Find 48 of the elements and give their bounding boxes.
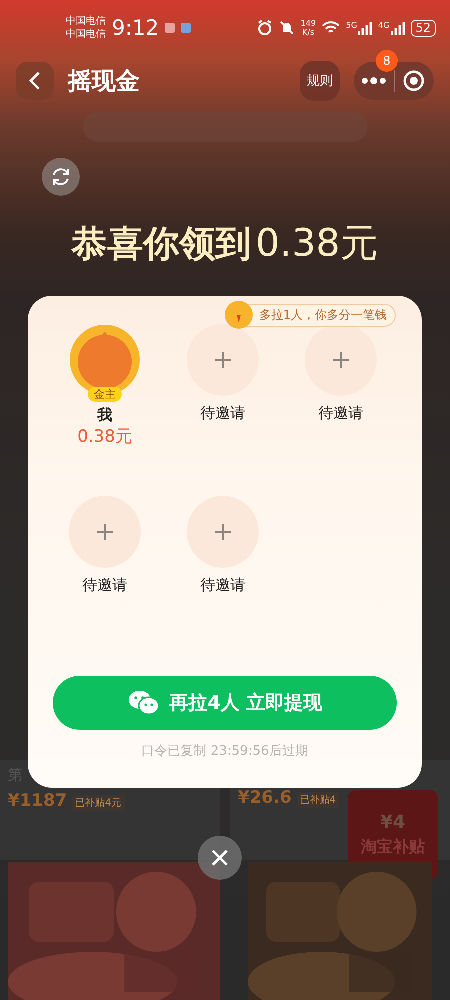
plus-icon xyxy=(96,523,114,541)
rules-button[interactable]: 规则 xyxy=(300,61,340,101)
plus-icon xyxy=(214,351,232,369)
alarm-icon xyxy=(256,20,273,36)
speed-unit: K/s xyxy=(301,28,316,37)
carrier-name: 中国电信 xyxy=(66,28,106,41)
plus-icon xyxy=(214,523,232,541)
target-icon xyxy=(403,70,426,92)
product-price: ¥1187 xyxy=(8,791,68,811)
network-speed: 149 xyxy=(300,19,316,28)
more-icon xyxy=(360,77,387,85)
back-icon xyxy=(29,71,41,91)
chick-icon xyxy=(223,299,256,331)
subsidy-tag: 已补贴4元 xyxy=(72,795,125,811)
member-name: 我 xyxy=(98,406,112,425)
app-notification-icon xyxy=(181,23,192,33)
product-price: ¥26.6 xyxy=(238,788,292,808)
battery-level: 52 xyxy=(410,20,436,36)
member-tag: 金主 xyxy=(88,387,122,402)
page-title: 摇现金 xyxy=(68,66,141,97)
tip-text: 多拉1人，你多分一笔钱 xyxy=(259,307,387,324)
back-button[interactable] xyxy=(16,62,54,100)
signal-icon xyxy=(358,21,372,35)
carrier-name: 中国电信 xyxy=(66,15,106,28)
wechat-icon xyxy=(128,690,160,716)
refresh-icon xyxy=(50,166,72,188)
promo-price: ¥4 xyxy=(380,812,406,833)
mute-bell-icon xyxy=(278,20,295,36)
slot-label: 待邀请 xyxy=(318,404,364,423)
network-type: 4G xyxy=(378,21,390,30)
headline-text: 恭喜你领到 xyxy=(72,223,252,267)
subsidy-tag: 已补贴4 xyxy=(296,792,340,808)
expiry-note: 口令已复制 23:59:56后过期 xyxy=(140,743,310,760)
withdraw-button[interactable]: 再拉4人 立即提现 xyxy=(53,676,397,730)
slot-label: 待邀请 xyxy=(200,404,246,423)
member-amount: 0.38元 xyxy=(78,426,132,448)
refresh-button[interactable] xyxy=(42,158,80,196)
network-type: 5G xyxy=(346,21,358,30)
app-notification-icon xyxy=(165,23,176,33)
notification-badge: 8 xyxy=(376,50,398,72)
signal-icon xyxy=(390,21,405,35)
plus-icon xyxy=(332,351,350,369)
close-icon xyxy=(211,849,229,867)
clock-time: 9:12 xyxy=(112,16,160,40)
wifi-icon xyxy=(322,21,340,35)
slot-label: 待邀请 xyxy=(82,576,128,595)
headline-amount: 0.38元 xyxy=(256,220,378,267)
slot-label: 待邀请 xyxy=(200,576,246,595)
